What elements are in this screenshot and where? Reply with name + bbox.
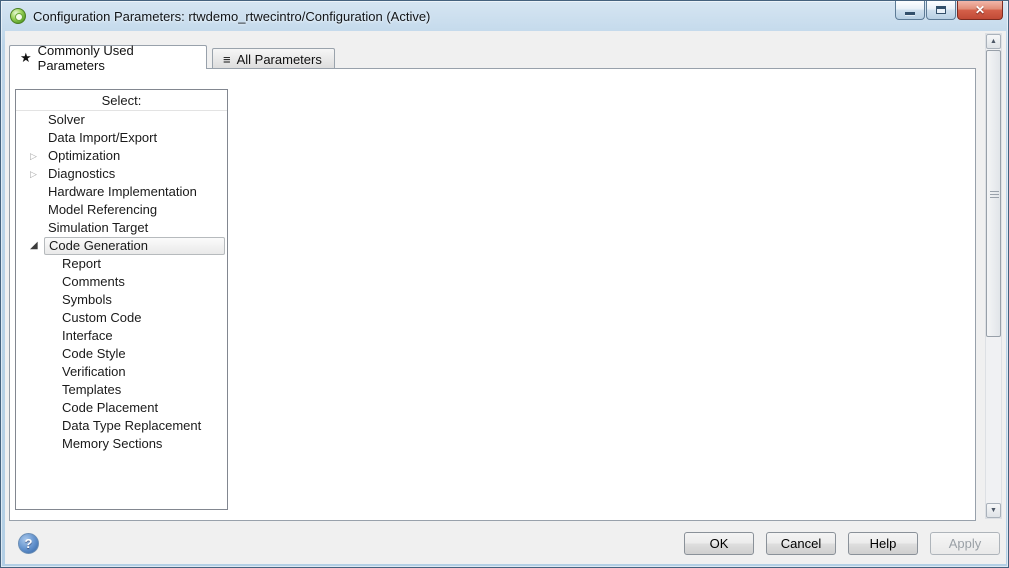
tree-item-label: Data Import/Export	[44, 130, 161, 146]
tree-item-memory-sections[interactable]: Memory Sections	[16, 435, 227, 453]
close-button[interactable]: ✕	[957, 1, 1003, 20]
help-button[interactable]: Help	[848, 532, 918, 555]
tree-item-label: Hardware Implementation	[44, 184, 201, 200]
tree-item-label: Memory Sections	[58, 436, 166, 452]
tree-item-label: Symbols	[58, 292, 116, 308]
maximize-button[interactable]	[926, 1, 956, 20]
dialog-client-area: ★ Commonly Used Parameters ≡ All Paramet…	[5, 31, 1006, 564]
maximize-icon	[936, 6, 946, 14]
simulink-config-icon	[10, 8, 26, 24]
scrollbar-thumb[interactable]	[986, 50, 1001, 337]
tree-item-symbols[interactable]: Symbols	[16, 291, 227, 309]
scrollbar-grip	[990, 194, 999, 195]
close-icon: ✕	[975, 4, 985, 16]
tree-item-label: Interface	[58, 328, 117, 344]
tree-item-code-placement[interactable]: Code Placement	[16, 399, 227, 417]
tree-item-comments[interactable]: Comments	[16, 273, 227, 291]
tree-item-label: Templates	[58, 382, 125, 398]
tree-item-label: Solver	[44, 112, 89, 128]
title-bar[interactable]: Configuration Parameters: rtwdemo_rtweci…	[1, 1, 1008, 31]
star-icon: ★	[20, 50, 32, 66]
tree-item-interface[interactable]: Interface	[16, 327, 227, 345]
tree-rows: SolverData Import/Export▷Optimization▷Di…	[16, 111, 227, 453]
tree-item-model-referencing[interactable]: Model Referencing	[16, 201, 227, 219]
tree-item-label: Simulation Target	[44, 220, 152, 236]
vertical-scrollbar[interactable]: ▲ ▼	[985, 33, 1002, 519]
tree-item-label: Model Referencing	[44, 202, 161, 218]
tree-item-label: Code Style	[58, 346, 130, 362]
help-icon[interactable]: ?	[18, 533, 39, 554]
tab-label: All Parameters	[237, 52, 322, 67]
tree-item-label: Optimization	[44, 148, 124, 164]
apply-button: Apply	[930, 532, 1000, 555]
cancel-button[interactable]: Cancel	[766, 532, 836, 555]
minimize-icon	[905, 12, 915, 15]
tree-item-code-generation[interactable]: ◢Code Generation	[16, 237, 227, 255]
tree-item-simulation-target[interactable]: Simulation Target	[16, 219, 227, 237]
scroll-down-arrow[interactable]: ▼	[986, 503, 1001, 518]
expand-icon[interactable]: ▷	[30, 147, 44, 165]
tree-item-verification[interactable]: Verification	[16, 363, 227, 381]
tree-item-hardware-implementation[interactable]: Hardware Implementation	[16, 183, 227, 201]
tree-item-solver[interactable]: Solver	[16, 111, 227, 129]
tree-item-custom-code[interactable]: Custom Code	[16, 309, 227, 327]
expand-icon[interactable]: ▷	[30, 165, 44, 183]
tab-commonly-used-parameters[interactable]: ★ Commonly Used Parameters	[9, 45, 207, 69]
ok-button[interactable]: OK	[684, 532, 754, 555]
tree-header: Select:	[16, 90, 227, 111]
tree-item-label: Code Generation	[44, 237, 225, 255]
parameter-tree[interactable]: Select: SolverData Import/Export▷Optimiz…	[15, 89, 228, 510]
tree-item-label: Verification	[58, 364, 130, 380]
tree-item-label: Diagnostics	[44, 166, 119, 182]
configuration-parameters-window: Configuration Parameters: rtwdemo_rtweci…	[0, 0, 1009, 568]
collapse-icon[interactable]: ◢	[30, 237, 44, 255]
tree-item-code-style[interactable]: Code Style	[16, 345, 227, 363]
scroll-up-arrow[interactable]: ▲	[986, 34, 1001, 49]
tree-item-label: Custom Code	[58, 310, 145, 326]
tree-item-diagnostics[interactable]: ▷Diagnostics	[16, 165, 227, 183]
tab-all-parameters[interactable]: ≡ All Parameters	[212, 48, 335, 69]
tree-item-label: Code Placement	[58, 400, 162, 416]
tree-item-label: Comments	[58, 274, 129, 290]
tree-item-report[interactable]: Report	[16, 255, 227, 273]
tree-item-data-type-replacement[interactable]: Data Type Replacement	[16, 417, 227, 435]
tree-item-label: Data Type Replacement	[58, 418, 205, 434]
tab-label: Commonly Used Parameters	[38, 43, 196, 73]
tree-item-templates[interactable]: Templates	[16, 381, 227, 399]
minimize-button[interactable]	[895, 1, 925, 20]
list-icon: ≡	[223, 52, 231, 67]
tree-item-label: Report	[58, 256, 105, 272]
tree-item-data-import-export[interactable]: Data Import/Export	[16, 129, 227, 147]
window-title: Configuration Parameters: rtwdemo_rtweci…	[33, 9, 430, 24]
tree-item-optimization[interactable]: ▷Optimization	[16, 147, 227, 165]
